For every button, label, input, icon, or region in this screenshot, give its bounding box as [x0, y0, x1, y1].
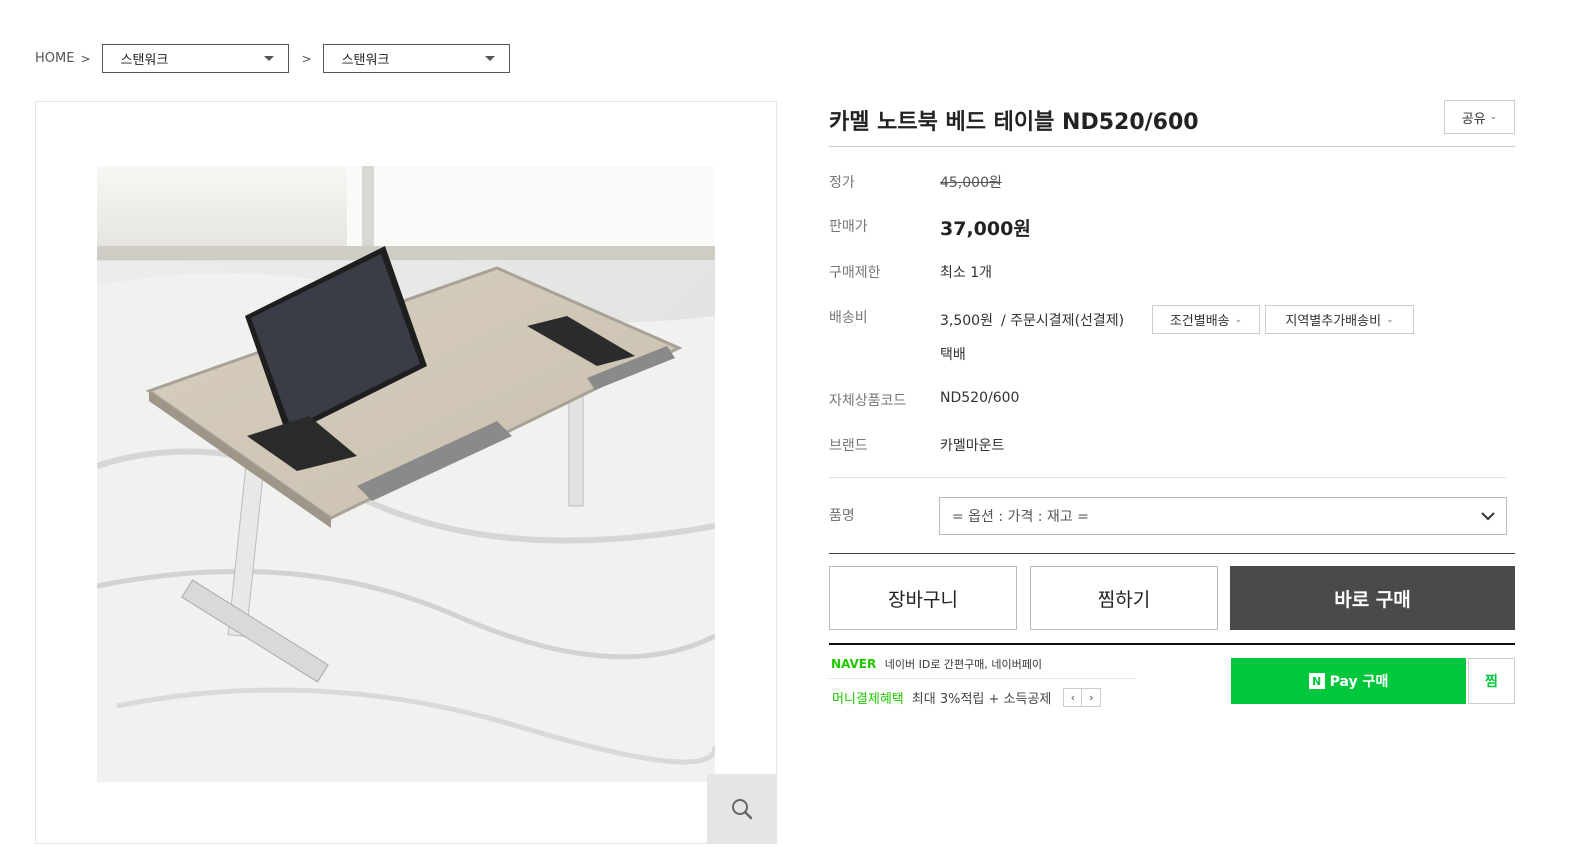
- add-to-cart-button[interactable]: 장바구니: [829, 566, 1017, 630]
- product-image-panel: [35, 101, 777, 844]
- chevron-left-icon[interactable]: ‹: [1063, 688, 1083, 707]
- shipping-condition-label: 조건별배송: [1169, 314, 1230, 329]
- naver-pay-button[interactable]: N Pay 구매: [1231, 658, 1466, 704]
- naver-tagline: 네이버 ID로 간편구매, 네이버페이: [884, 658, 1043, 671]
- chevron-down-icon: [1481, 512, 1495, 521]
- breadcrumb-home-link[interactable]: HOME: [35, 51, 74, 66]
- shipping-label: 배송비: [829, 310, 868, 326]
- purchase-limit-label: 구매제한: [829, 265, 881, 281]
- shipping-fee: 3,500원: [940, 313, 993, 329]
- sale-price-label: 판매가: [829, 219, 868, 235]
- product-title: 카멜 노트북 베드 테이블 ND520/600: [829, 110, 1199, 135]
- brand-label: 브랜드: [829, 438, 868, 454]
- title-row: 카멜 노트북 베드 테이블 ND520/600 공유 ⌄: [829, 100, 1515, 147]
- product-photo[interactable]: [97, 166, 715, 782]
- category-select-1[interactable]: 스탠워크: [101, 44, 289, 73]
- buy-now-button[interactable]: 바로 구매: [1230, 566, 1515, 630]
- list-price-value: 45,000원: [940, 175, 1002, 191]
- caret-down-icon: [484, 56, 495, 61]
- category-select-2-value: 스탠워크: [341, 53, 390, 68]
- magnifier-icon: [732, 799, 753, 820]
- shipping-row: 배송비 3,500원 / 주문시결제(선결제) 조건별배송 ⌄ 지역별추가배송비…: [829, 305, 1515, 367]
- shipping-method: / 주문시결제(선결제): [1001, 313, 1125, 329]
- option-select[interactable]: = 옵션 : 가격 : 재고 =: [939, 497, 1507, 535]
- naver-sub-divider: [829, 678, 1136, 679]
- breadcrumb-separator: >: [80, 51, 91, 66]
- info-divider: [829, 477, 1506, 478]
- breadcrumb-separator: >: [301, 51, 312, 66]
- shipping-region-button[interactable]: 지역별추가배송비 ⌄: [1265, 305, 1414, 334]
- list-price-label: 정가: [829, 175, 855, 191]
- naver-benefit-text: 최대 3%적립 + 소득공제: [911, 692, 1052, 707]
- naver-benefit: 머니결제혜택 최대 3%적립 + 소득공제 ‹ ›: [832, 688, 1102, 707]
- wishlist-button[interactable]: 찜하기: [1030, 566, 1218, 630]
- share-button-label: 공유: [1461, 111, 1486, 127]
- product-code-value: ND520/600: [940, 390, 1020, 406]
- product-photo-illustration: [97, 166, 715, 782]
- brand-value: 카멜마운트: [940, 438, 1005, 454]
- category-select-1-value: 스탠워크: [120, 53, 169, 68]
- shipping-condition-button[interactable]: 조건별배송 ⌄: [1152, 305, 1260, 334]
- share-button[interactable]: 공유 ⌄: [1444, 100, 1515, 134]
- sale-price-value: 37,000원: [940, 218, 1031, 240]
- option-label: 품명: [829, 508, 855, 524]
- naver-logo: NAVER: [831, 657, 877, 671]
- naver-pay-header: NAVER 네이버 ID로 간편구매, 네이버페이: [831, 656, 1042, 672]
- shipping-region-label: 지역별추가배송비: [1285, 314, 1382, 329]
- naver-n-icon: N: [1308, 673, 1325, 689]
- chevron-down-icon: ⌄: [1234, 314, 1243, 325]
- zoom-button[interactable]: [707, 774, 777, 844]
- chevron-down-icon: ⌄: [1386, 314, 1394, 325]
- benefit-pager: ‹ ›: [1063, 688, 1102, 707]
- naver-benefit-label: 머니결제혜택: [832, 692, 904, 707]
- option-select-placeholder: = 옵션 : 가격 : 재고 =: [952, 509, 1089, 525]
- caret-down-icon: [263, 56, 274, 61]
- chevron-right-icon[interactable]: ›: [1082, 688, 1102, 707]
- product-info: 카멜 노트북 베드 테이블 ND520/600 공유 ⌄ 정가 45,000원 …: [829, 100, 1515, 707]
- purchase-limit-value: 최소 1개: [940, 265, 992, 281]
- action-divider: [829, 553, 1515, 554]
- naver-pay-label: Pay 구매: [1329, 674, 1389, 690]
- naver-pay-divider: [829, 643, 1515, 645]
- product-code-label: 자체상품코드: [829, 393, 907, 409]
- shipping-type: 택배: [940, 347, 966, 363]
- category-select-2[interactable]: 스탠워크: [322, 44, 510, 73]
- naver-wish-button[interactable]: 찜: [1468, 658, 1515, 704]
- breadcrumb: HOME > 스탠워크 > 스탠워크: [35, 44, 510, 73]
- chevron-down-icon: ⌄: [1489, 112, 1498, 122]
